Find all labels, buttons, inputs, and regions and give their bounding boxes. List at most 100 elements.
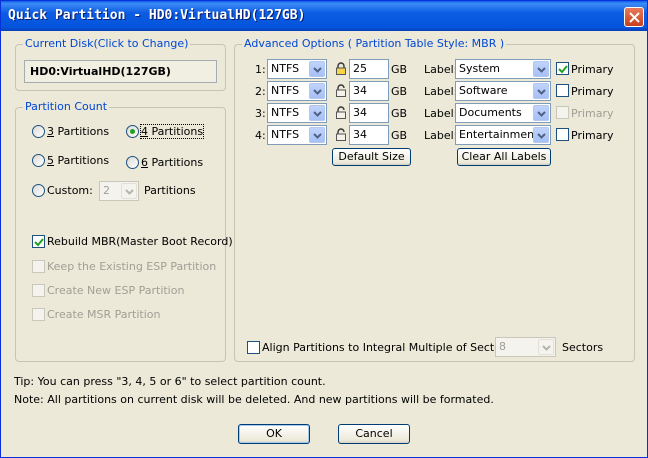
create-msr-label: Create MSR Partition — [47, 308, 161, 321]
partition-4-label-select[interactable]: Entertainment — [455, 125, 551, 145]
chevron-down-icon — [309, 105, 325, 121]
align-sectors-label[interactable]: Align Partitions to Integral Multiple of… — [262, 341, 515, 354]
partition-3-size-input[interactable]: 34 — [349, 103, 389, 123]
keep-esp-label: Keep the Existing ESP Partition — [47, 260, 217, 273]
chevron-down-icon — [309, 83, 325, 99]
chevron-down-icon — [533, 105, 549, 121]
partition-1-fs-value: NTFS — [271, 62, 300, 75]
radio-custom[interactable] — [32, 184, 45, 197]
create-esp-checkbox[interactable] — [32, 284, 45, 297]
partition-4-fs-select[interactable]: NTFS — [267, 125, 327, 145]
advanced-options-legend: Advanced Options ( Partition Table Style… — [242, 37, 507, 50]
partition-4-fs-value: NTFS — [271, 128, 300, 141]
radio-3-partitions[interactable] — [32, 125, 45, 138]
partition-1-size-unit: GB — [391, 63, 408, 76]
checkmark-icon — [34, 238, 44, 247]
partition-3-fs-select[interactable]: NTFS — [267, 103, 327, 123]
partition-1-fs-select[interactable]: NTFS — [267, 59, 327, 79]
partition-1-index: 1: — [255, 63, 266, 76]
partition-4-size-input[interactable]: 34 — [349, 125, 389, 145]
partition-3-primary-checkbox[interactable] — [556, 106, 569, 119]
tip-text: Tip: You can press "3, 4, 5 or 6" to sel… — [14, 375, 326, 388]
current-disk-legend[interactable]: Current Disk(Click to Change) — [23, 37, 191, 50]
create-msr-checkbox[interactable] — [32, 308, 45, 321]
radio-6-partitions-label[interactable]: 6 Partitions — [141, 156, 203, 169]
title-bar[interactable]: Quick Partition - HD0:VirtualHD(127GB) — [1, 1, 647, 31]
partition-4-index: 4: — [255, 129, 266, 142]
custom-count-suffix: Partitions — [144, 184, 196, 197]
radio-selected-dot — [130, 129, 135, 134]
partition-4-size-unit: GB — [391, 129, 408, 142]
align-sectors-suffix: Sectors — [562, 341, 604, 354]
radio-custom-label[interactable]: Custom: — [47, 184, 93, 197]
partition-2-fs-select[interactable]: NTFS — [267, 81, 327, 101]
partition-3-label-select[interactable]: Documents — [455, 103, 551, 123]
partition-1-label-value: System — [459, 62, 501, 75]
current-disk-group: Current Disk(Click to Change) HD0:Virtua… — [15, 37, 226, 91]
clear-all-labels-button[interactable]: Clear All Labels — [457, 148, 551, 166]
chevron-down-icon — [121, 183, 137, 199]
partition-3-label-caption: Label: — [424, 107, 458, 120]
partition-1-label-caption: Label: — [424, 63, 458, 76]
partition-2-fs-value: NTFS — [271, 84, 300, 97]
current-disk-field[interactable]: HD0:VirtualHD(127GB) — [24, 60, 217, 83]
partition-1-size-input[interactable]: 25 — [349, 59, 389, 79]
align-sectors-checkbox[interactable] — [247, 341, 260, 354]
close-button[interactable] — [624, 7, 644, 27]
create-esp-label: Create New ESP Partition — [47, 284, 185, 297]
partition-3-primary-label: Primary — [571, 107, 614, 120]
partition-2-size-input[interactable]: 34 — [349, 81, 389, 101]
partition-count-group: Partition Count 3 Partitions 4 Partition… — [15, 100, 233, 362]
radio-4-partitions[interactable] — [126, 125, 139, 138]
custom-count-select[interactable]: 2 — [99, 181, 139, 201]
chevron-down-icon — [533, 127, 549, 143]
quick-partition-dialog: Quick Partition - HD0:VirtualHD(127GB) C… — [0, 0, 648, 458]
radio-6-partitions[interactable] — [126, 156, 139, 169]
radio-5-partitions-label[interactable]: 5 Partitions — [47, 154, 109, 167]
align-sectors-select[interactable]: 8 — [495, 337, 556, 357]
partition-1-primary-checkbox[interactable] — [556, 62, 569, 75]
chevron-down-icon — [533, 83, 549, 99]
partition-4-primary-checkbox[interactable] — [556, 128, 569, 141]
partition-2-label-value: Software — [459, 84, 508, 97]
partition-2-primary-checkbox[interactable] — [556, 84, 569, 97]
radio-5-partitions[interactable] — [32, 154, 45, 167]
partition-count-legend: Partition Count — [23, 100, 110, 113]
close-icon — [629, 12, 640, 23]
lock-icon[interactable] — [335, 62, 347, 75]
partition-3-fs-value: NTFS — [271, 106, 300, 119]
default-size-button[interactable]: Default Size — [332, 148, 411, 166]
keep-esp-checkbox[interactable] — [32, 260, 45, 273]
advanced-options-group: Advanced Options ( Partition Table Style… — [234, 37, 635, 362]
partition-2-label-select[interactable]: Software — [455, 81, 551, 101]
partition-2-size-unit: GB — [391, 85, 408, 98]
chevron-down-icon — [309, 127, 325, 143]
partition-1-label-select[interactable]: System — [455, 59, 551, 79]
unlock-icon[interactable] — [335, 128, 347, 141]
partition-4-primary-label[interactable]: Primary — [571, 129, 614, 142]
chevron-down-icon — [533, 61, 549, 77]
radio-4-partitions-label[interactable]: 4 Partitions — [139, 124, 205, 139]
partition-4-label-caption: Label: — [424, 129, 458, 142]
unlock-icon[interactable] — [335, 84, 347, 97]
ok-button[interactable]: OK — [238, 424, 310, 444]
partition-3-size-unit: GB — [391, 107, 408, 120]
unlock-icon[interactable] — [335, 106, 347, 119]
align-sectors-value: 8 — [499, 340, 506, 353]
partition-3-index: 3: — [255, 107, 266, 120]
partition-2-index: 2: — [255, 85, 266, 98]
radio-3-partitions-label[interactable]: 3 Partitions — [47, 125, 109, 138]
partition-3-label-value: Documents — [459, 106, 522, 119]
cancel-button[interactable]: Cancel — [338, 424, 410, 444]
partition-2-primary-label[interactable]: Primary — [571, 85, 614, 98]
chevron-down-icon — [309, 61, 325, 77]
partition-4-label-value: Entertainment — [459, 128, 539, 141]
rebuild-mbr-label[interactable]: Rebuild MBR(Master Boot Record) — [47, 235, 233, 248]
rebuild-mbr-checkbox[interactable] — [32, 235, 45, 248]
chevron-down-icon — [538, 339, 554, 355]
custom-count-value: 2 — [103, 184, 110, 197]
window-title: Quick Partition - HD0:VirtualHD(127GB) — [8, 8, 306, 23]
note-text: Note: All partitions on current disk wil… — [14, 393, 494, 406]
partition-1-primary-label[interactable]: Primary — [571, 63, 614, 76]
partition-2-label-caption: Label: — [424, 85, 458, 98]
